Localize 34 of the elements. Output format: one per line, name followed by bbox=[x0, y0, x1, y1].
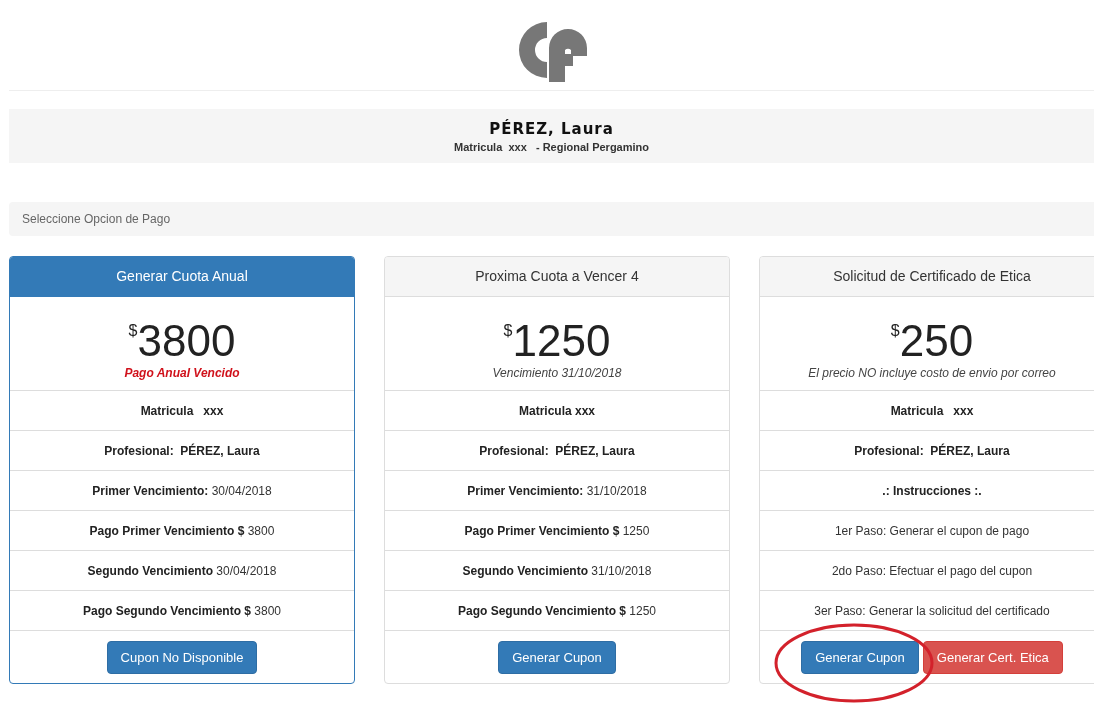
price: $^{$}$250 bbox=[890, 314, 974, 364]
section-heading: Seleccione Opcion de Pago bbox=[9, 202, 1094, 236]
card-row-text: 3er Paso: Generar la solicitud del certificado bbox=[814, 603, 1050, 618]
profile-details: Matricula xxx - Regional Pergamino bbox=[454, 140, 649, 153]
card-row-text: Segundo Vencimiento 31/10/2018 bbox=[462, 563, 652, 578]
card-row-text: Matricula xxx bbox=[518, 403, 595, 418]
card-row-text: Profesional: PÉREZ, Laura bbox=[104, 443, 260, 458]
card-row-text: Profesional: PÉREZ, Laura bbox=[479, 443, 635, 458]
card-title: Generar Cuota Anual bbox=[10, 257, 354, 297]
card-row-text: Matricula xxx bbox=[140, 403, 224, 418]
price-note: El precio NO incluye costo de envio por correo bbox=[808, 365, 1056, 380]
card-row-text: Pago Segundo Vencimiento $ 1250 bbox=[457, 603, 657, 618]
card-row-text: Primer Vencimiento: 30/04/2018 bbox=[92, 483, 272, 498]
price-note: Vencimiento 31/10/2018 bbox=[492, 365, 622, 380]
card-title: Solicitud de Certificado de Etica bbox=[760, 257, 1094, 297]
card-row-text: 1er Paso: Generar el cupon de pago bbox=[834, 523, 1030, 538]
coupon-button[interactable]: Generar Cupon bbox=[498, 640, 616, 674]
profile-name: PÉREZ, Laura bbox=[489, 119, 614, 138]
card-row-text: Pago Primer Vencimiento $ 3800 bbox=[89, 523, 275, 538]
card-row-text: Matricula xxx bbox=[890, 403, 974, 418]
card-row-text: Segundo Vencimiento 30/04/2018 bbox=[87, 563, 277, 578]
card-row-text: Primer Vencimiento: 31/10/2018 bbox=[467, 483, 647, 498]
card-row-text: Pago Primer Vencimiento $ 1250 bbox=[464, 523, 650, 538]
price: $^{$}$1250 bbox=[503, 314, 611, 364]
coupon-button[interactable]: Generar Cupon bbox=[801, 640, 919, 674]
price-note: Pago Anual Vencido bbox=[124, 365, 240, 380]
coupon-button[interactable]: Cupon No Disponible bbox=[106, 640, 258, 674]
price: $^{$}$3800 bbox=[128, 314, 236, 364]
card-row-text: Profesional: PÉREZ, Laura bbox=[854, 443, 1010, 458]
card-row-text: Pago Segundo Vencimiento $ 3800 bbox=[82, 603, 282, 618]
card-row-text: 2do Paso: Efectuar el pago del cupon bbox=[831, 563, 1033, 578]
card-title: Proxima Cuota a Vencer 4 bbox=[385, 257, 729, 297]
coupon-button[interactable]: Generar Cert. Etica bbox=[922, 640, 1063, 674]
card-row-text: .: Instrucciones :. bbox=[882, 483, 982, 498]
